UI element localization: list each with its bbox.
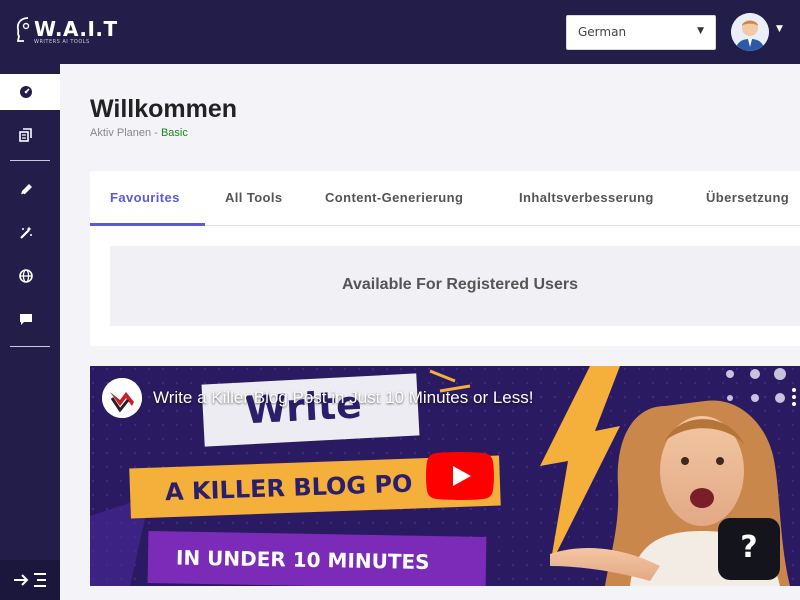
youtube-play-icon[interactable] (426, 452, 494, 500)
sidebar-item-translate[interactable] (0, 258, 60, 294)
logo-text: W.A.I.T (34, 17, 118, 41)
top-header: W.A.I.T WRITERS AI TOOLS German ▼ ▼ (0, 0, 800, 64)
plan-status: Aktiv Planen - Basic (90, 127, 188, 139)
help-label: ? (740, 530, 758, 565)
magic-wand-icon (20, 226, 32, 239)
page-title: Willkommen (90, 95, 238, 123)
thumbnail-write-banner: Write (201, 373, 420, 447)
sidebar-item-dashboard[interactable] (0, 74, 60, 110)
active-tab-indicator (90, 223, 205, 226)
notice-text: Available For Registered Users (342, 276, 578, 293)
video-title[interactable]: Write a Killer Blog Post in Just 10 Minu… (153, 388, 533, 408)
dashboard-icon (20, 86, 32, 98)
dropdown-caret-icon: ▼ (697, 26, 704, 36)
sidebar-collapse-button[interactable] (0, 560, 60, 600)
more-options-icon[interactable] (790, 386, 798, 408)
logo-head-icon (16, 17, 30, 42)
globe-icon (19, 269, 33, 283)
user-avatar[interactable] (731, 13, 769, 51)
plan-value: Basic (160, 127, 188, 139)
thumbnail-minutes-banner: IN UNDER 10 MINUTES (147, 531, 487, 586)
tools-card: Favourites All Tools Content-Generierung… (90, 171, 800, 346)
channel-logo[interactable] (102, 378, 142, 418)
help-button[interactable]: ? (718, 518, 780, 580)
plan-label: Aktiv Planen - (90, 127, 158, 139)
sidebar-item-chat[interactable] (0, 301, 60, 337)
collapse-menu-icon (14, 573, 46, 587)
sidebar-divider (10, 346, 50, 347)
channel-logo-icon (102, 378, 142, 418)
tab-all-tools[interactable]: All Tools (225, 190, 283, 205)
pen-icon (20, 184, 32, 196)
registered-users-notice: Available For Registered Users (110, 246, 800, 326)
sidebar (0, 64, 60, 600)
logo-tagline: WRITERS AI TOOLS (34, 39, 90, 45)
sidebar-item-write[interactable] (0, 172, 60, 208)
tab-inhaltsverbesserung[interactable]: Inhaltsverbesserung (519, 190, 654, 205)
tab-favourites[interactable]: Favourites (110, 190, 180, 205)
documents-icon (19, 128, 32, 142)
language-select[interactable]: German ▼ (566, 15, 716, 50)
sidebar-item-documents[interactable] (0, 117, 60, 153)
sidebar-divider (10, 160, 50, 161)
user-menu-caret-icon[interactable]: ▼ (776, 24, 783, 34)
app-logo[interactable]: W.A.I.T WRITERS AI TOOLS (14, 14, 117, 50)
tab-content-generierung[interactable]: Content-Generierung (325, 190, 463, 205)
chat-icon (20, 314, 32, 325)
sidebar-item-improve[interactable] (0, 215, 60, 251)
tools-tabs: Favourites All Tools Content-Generierung… (90, 171, 800, 226)
video-embed[interactable]: Write A KILLER BLOG PO IN UNDER 10 MINUT… (90, 366, 800, 586)
language-value: German (578, 25, 627, 39)
avatar-person-icon (731, 13, 769, 51)
tab-uebersetzung[interactable]: Übersetzung (706, 190, 789, 205)
